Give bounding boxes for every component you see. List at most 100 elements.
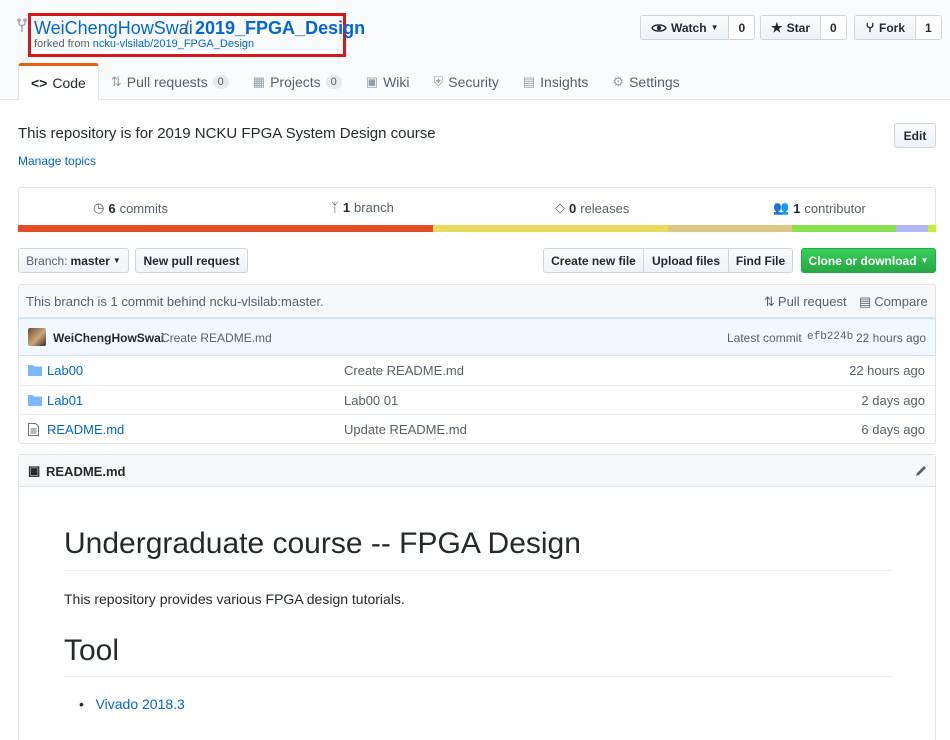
- star-icon: ★: [771, 19, 783, 35]
- branch-count: 1: [342, 200, 351, 215]
- branch-label: branch: [354, 200, 394, 215]
- file-age: 6 days ago: [861, 422, 925, 437]
- pull-request-icon: ⇅: [764, 294, 775, 309]
- fork-button[interactable]: Fork: [854, 15, 917, 40]
- star-group: ★ Star 0: [760, 15, 847, 40]
- table-row: Lab01 Lab00 01 2 days ago: [19, 385, 935, 414]
- avatar[interactable]: [28, 328, 46, 346]
- gear-icon: ⚙: [612, 73, 625, 89]
- language-segment: [433, 225, 668, 232]
- vivado-link[interactable]: Vivado 2018.3: [96, 696, 185, 712]
- clone-download-button[interactable]: Clone or download ▼: [801, 248, 936, 273]
- book-icon: ▣: [365, 73, 379, 89]
- releases-label: releases: [580, 200, 630, 216]
- repo-nav: <> Code ⇅ Pull requests 0 ▦ Projects 0 ▣…: [18, 63, 692, 101]
- fork-group: Fork 1: [854, 15, 942, 40]
- book-icon: ▣: [28, 463, 41, 478]
- tab-code-label: Code: [52, 75, 86, 91]
- clone-label: Clone or download: [808, 253, 917, 268]
- caret-down-icon: ▼: [112, 256, 121, 265]
- file-commit-message[interactable]: Lab00 01: [344, 393, 398, 408]
- pull-request-link[interactable]: ⇅ Pull request: [764, 294, 847, 310]
- latest-commit-label: Latest commit: [727, 331, 802, 345]
- upload-files-button[interactable]: Upload files: [643, 248, 729, 273]
- language-segment: [18, 225, 433, 232]
- contributor-summary[interactable]: 👥 1 contributor: [773, 200, 866, 216]
- star-count[interactable]: 0: [821, 15, 847, 40]
- file-age: 22 hours ago: [849, 363, 925, 378]
- table-row: Lab00 Create README.md 22 hours ago: [19, 356, 935, 385]
- language-segment: [668, 225, 792, 232]
- commits-summary[interactable]: ◷ 6 commits: [93, 200, 168, 216]
- commit-age: 22 hours ago: [856, 331, 927, 345]
- tab-pull-requests-label: Pull requests: [126, 73, 208, 90]
- pencil-icon[interactable]: [914, 464, 928, 478]
- readme-header: ▣ README.md: [19, 455, 935, 487]
- fork-label: Fork: [879, 20, 906, 35]
- file-icon: [28, 423, 39, 436]
- tab-wiki-label: Wiki: [383, 73, 410, 90]
- repo-name-link[interactable]: 2019_FPGA_Design: [195, 18, 365, 39]
- contributor-count: 1: [793, 200, 801, 216]
- file-list: Lab00 Create README.md 22 hours ago Lab0…: [18, 356, 936, 444]
- tab-settings[interactable]: ⚙ Settings: [600, 63, 691, 100]
- tab-security[interactable]: ⛨ Security: [422, 63, 511, 100]
- tab-insights[interactable]: ▤ Insights: [511, 63, 601, 100]
- forked-source-link[interactable]: ncku-vlsilab/2019_FPGA_Design: [93, 38, 254, 50]
- watch-button[interactable]: Watch ▼: [640, 15, 730, 40]
- file-name-link[interactable]: README.md: [47, 422, 124, 437]
- latest-commit-bar: WeiChengHowSwai Create README.md Latest …: [18, 318, 936, 356]
- readme-paragraph: This repository provides various FPGA de…: [64, 591, 405, 607]
- tab-code[interactable]: <> Code: [18, 63, 99, 101]
- commit-author-link[interactable]: WeiChengHowSwai: [53, 331, 164, 345]
- tab-wiki[interactable]: ▣ Wiki: [354, 63, 422, 100]
- bullet-icon: •: [79, 696, 84, 712]
- branch-select-button[interactable]: Branch: master ▼: [18, 248, 129, 273]
- caret-down-icon: ▼: [710, 23, 719, 32]
- star-button[interactable]: ★ Star: [760, 15, 821, 40]
- find-file-button[interactable]: Find File: [728, 248, 793, 273]
- watch-count[interactable]: 0: [729, 15, 756, 40]
- code-icon: <>: [31, 75, 48, 91]
- branch-prefix: Branch:: [26, 253, 68, 268]
- create-new-file-button[interactable]: Create new file: [543, 248, 644, 273]
- new-pull-request-button[interactable]: New pull request: [135, 248, 248, 273]
- tab-pull-requests[interactable]: ⇅ Pull requests 0: [99, 63, 241, 100]
- language-bar[interactable]: [18, 225, 936, 232]
- forked-from-note: forked from ncku-vlsilab/2019_FPGA_Desig…: [34, 38, 254, 50]
- file-commit-message[interactable]: Create README.md: [344, 363, 464, 378]
- language-segment: [928, 225, 936, 232]
- commit-sha-link[interactable]: efb224b: [807, 331, 853, 343]
- contributor-label: contributor: [804, 200, 866, 216]
- tab-security-label: Security: [448, 73, 499, 90]
- tab-projects[interactable]: ▦ Projects 0: [241, 63, 354, 100]
- folder-icon: [28, 365, 42, 376]
- manage-topics-link[interactable]: Manage topics: [18, 154, 96, 168]
- repo-owner-link[interactable]: WeiChengHowSwai: [34, 18, 193, 39]
- fork-count[interactable]: 1: [916, 15, 942, 40]
- branch-summary[interactable]: ᛉ 1 branch: [331, 200, 394, 215]
- edit-description-button[interactable]: Edit: [894, 123, 936, 148]
- releases-summary[interactable]: ◇ 0 releases: [555, 200, 629, 216]
- commits-count: 6: [108, 200, 116, 216]
- tab-insights-label: Insights: [540, 73, 589, 90]
- releases-count: 0: [569, 200, 577, 216]
- readme-filename: README.md: [46, 464, 126, 479]
- file-commit-message[interactable]: Update README.md: [344, 422, 467, 437]
- star-label: Star: [786, 20, 810, 35]
- compare-link[interactable]: ▤ Compare: [859, 294, 928, 310]
- file-name-link[interactable]: Lab00: [47, 363, 83, 378]
- file-name-link[interactable]: Lab01: [47, 393, 83, 408]
- shield-icon: ⛨: [433, 73, 444, 89]
- graph-icon: ▤: [522, 73, 536, 89]
- repo-header: WeiChengHowSwai / 2019_FPGA_Design forke…: [0, 0, 950, 101]
- branch-behind-text: This branch is 1 commit behind ncku-vlsi…: [26, 294, 324, 309]
- tab-projects-label: Projects: [270, 73, 321, 90]
- readme-heading-2: Tool: [64, 634, 120, 667]
- commit-message-link[interactable]: Create README.md: [161, 331, 272, 345]
- folder-icon: [28, 395, 42, 406]
- readme-panel: ▣ README.md Undergraduate course -- FPGA…: [18, 454, 936, 740]
- readme-heading-1: Undergraduate course -- FPGA Design: [64, 527, 581, 560]
- eye-icon: [651, 23, 667, 32]
- language-segment: [896, 225, 928, 232]
